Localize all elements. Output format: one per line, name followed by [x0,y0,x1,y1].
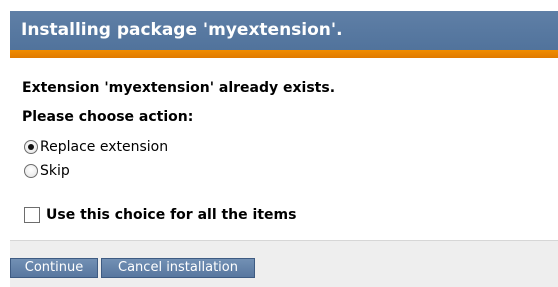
apply-all-checkbox[interactable] [24,207,40,223]
prompt-text: Please choose action: [22,109,194,125]
dialog-title: Installing package 'myextension'. [10,11,558,50]
dialog-content: Extension 'myextension' already exists. … [10,58,558,240]
radio-replace[interactable] [24,140,38,154]
cancel-installation-button[interactable]: Cancel installation [101,258,255,278]
option-replace[interactable]: Replace extension [24,137,168,157]
option-skip-label: Skip [40,163,70,179]
option-skip[interactable]: Skip [24,161,70,181]
dialog-footer: Continue Cancel installation [10,240,558,287]
install-dialog: Installing package 'myextension'. Extens… [0,0,558,287]
apply-all-label: Use this choice for all the items [46,207,297,223]
option-replace-label: Replace extension [40,139,169,155]
message-text: Extension 'myextension' already exists. [22,80,336,96]
radio-skip[interactable] [24,164,38,178]
apply-all-option[interactable]: Use this choice for all the items [24,205,296,225]
continue-button[interactable]: Continue [10,258,98,278]
title-accent-bar [10,50,558,58]
